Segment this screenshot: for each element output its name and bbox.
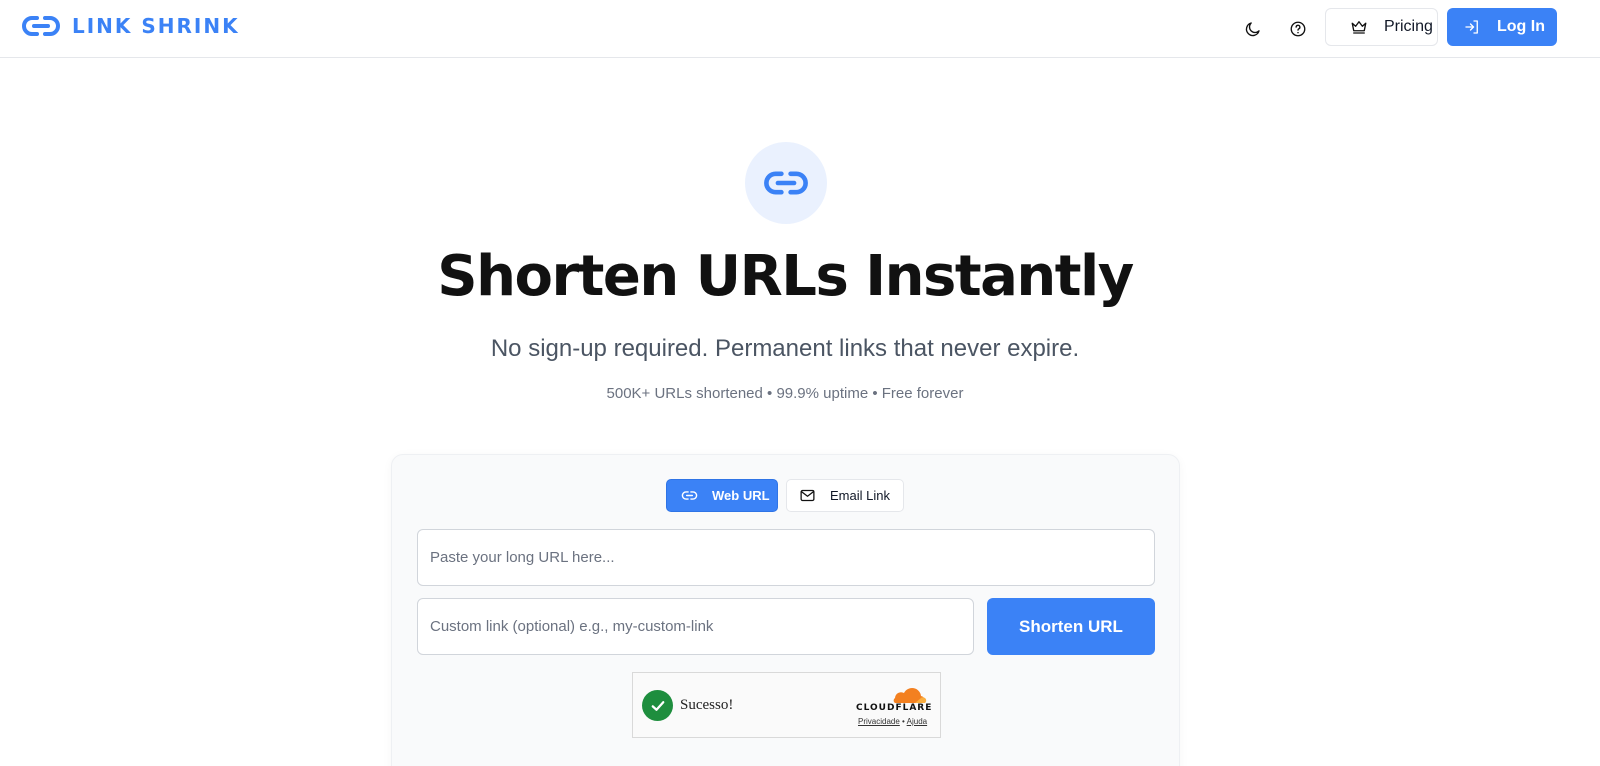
- hero-title: Shorten URLs Instantly: [437, 244, 1134, 309]
- cloudflare-captcha-widget[interactable]: Sucesso! CLOUDFLARE Privacidade • Ajuda: [632, 672, 941, 738]
- captcha-success-check: [642, 690, 673, 721]
- tab-email-link[interactable]: Email Link: [786, 479, 904, 512]
- custom-link-input[interactable]: Custom link (optional) e.g., my-custom-l…: [417, 598, 974, 655]
- cloudflare-cloud-icon: [893, 688, 927, 703]
- link-icon: [681, 491, 698, 500]
- tab-web-url-label: Web URL: [712, 488, 770, 503]
- long-url-input[interactable]: Paste your long URL here...: [417, 529, 1155, 586]
- login-button[interactable]: Log In: [1447, 8, 1557, 46]
- shorten-url-button[interactable]: Shorten URL: [987, 598, 1155, 655]
- link-icon: [764, 171, 808, 195]
- help-link[interactable]: Ajuda: [907, 717, 927, 726]
- link-icon: [22, 16, 60, 36]
- moon-icon: [1245, 22, 1260, 37]
- shorten-form-card: Web URL Email Link Paste your long URL h…: [391, 454, 1180, 766]
- shorten-url-label: Shorten URL: [1019, 616, 1123, 636]
- top-navbar: LINK SHRINK Pricing Log In: [0, 0, 1600, 58]
- custom-link-placeholder: Custom link (optional) e.g., my-custom-l…: [430, 618, 714, 635]
- mail-icon: [800, 489, 815, 502]
- long-url-placeholder: Paste your long URL here...: [430, 549, 615, 566]
- tab-web-url[interactable]: Web URL: [666, 479, 778, 512]
- logo-text: LINK SHRINK: [72, 14, 240, 38]
- captcha-status: Sucesso!: [680, 697, 734, 713]
- pricing-label: Pricing: [1384, 18, 1433, 35]
- help-button[interactable]: [1283, 14, 1313, 44]
- check-icon: [651, 700, 664, 711]
- logo[interactable]: LINK SHRINK: [22, 13, 240, 39]
- hero-subtitle: No sign-up required. Permanent links tha…: [490, 335, 1080, 362]
- help-circle-icon: [1290, 21, 1306, 37]
- hero-link-badge: [745, 142, 827, 224]
- login-label: Log In: [1497, 18, 1545, 35]
- tab-email-link-label: Email Link: [830, 488, 890, 503]
- log-in-icon: [1465, 20, 1478, 34]
- crown-icon: [1351, 21, 1367, 34]
- hero-stats: 500K+ URLs shortened • 99.9% uptime • Fr…: [606, 385, 964, 402]
- theme-toggle-button[interactable]: [1238, 14, 1268, 44]
- privacy-link[interactable]: Privacidade: [858, 717, 900, 726]
- pricing-button[interactable]: Pricing: [1325, 8, 1438, 46]
- link-separator: •: [902, 717, 905, 726]
- captcha-links: Privacidade • Ajuda: [858, 717, 927, 726]
- cloudflare-wordmark: CLOUDFLARE: [856, 703, 933, 713]
